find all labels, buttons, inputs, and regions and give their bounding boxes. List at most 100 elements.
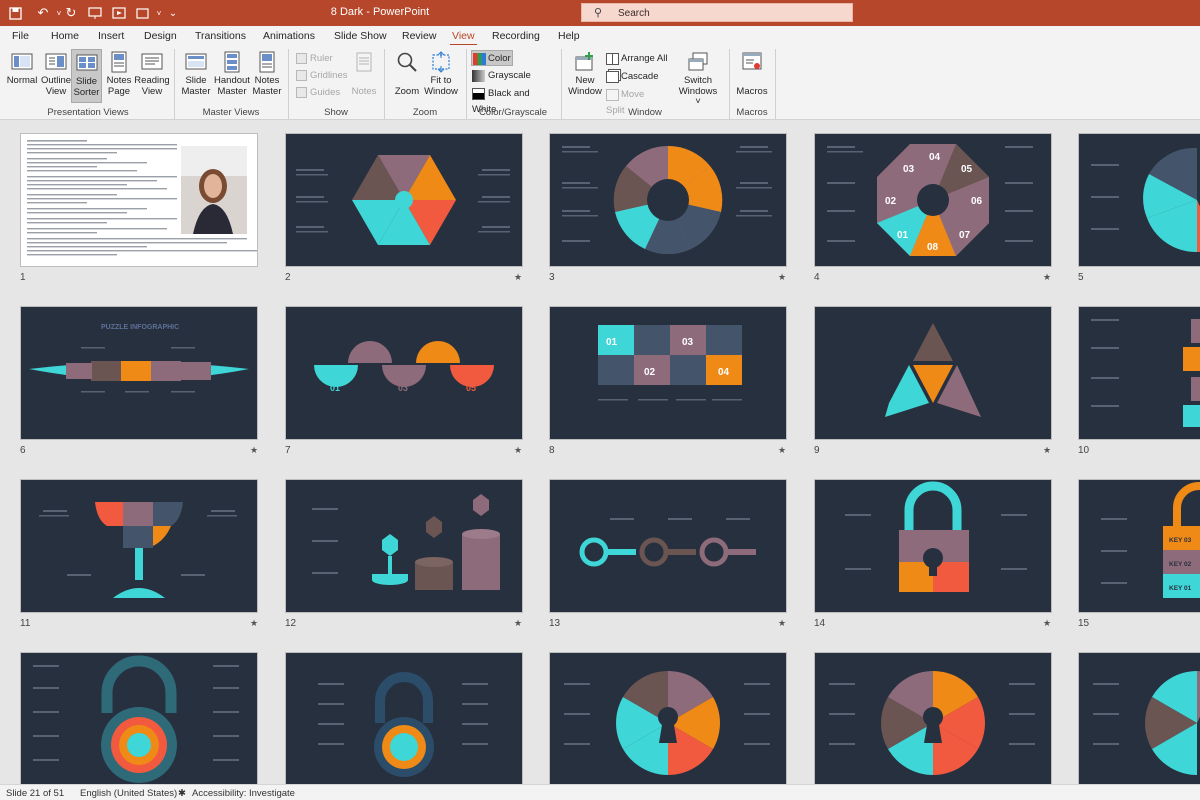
arrange-all-button[interactable]: Arrange All bbox=[606, 51, 668, 67]
notes-toggle-button[interactable]: Notes bbox=[350, 49, 378, 103]
animation-star-icon[interactable]: ★ bbox=[250, 618, 258, 629]
accessibility-status[interactable]: Accessibility: Investigate bbox=[192, 788, 295, 799]
slide-thumbnail-10[interactable] bbox=[1078, 306, 1200, 440]
search-icon: ⚲ bbox=[594, 7, 603, 19]
slide-7-label: 03 bbox=[398, 383, 408, 393]
notes-master-label-2: Master bbox=[252, 85, 282, 97]
handout-master-button[interactable]: Handout Master bbox=[212, 49, 252, 103]
slide-19-art bbox=[829, 671, 1035, 775]
outline-view-button[interactable]: Outline View bbox=[40, 49, 72, 103]
notes-page-button[interactable]: Notes Page bbox=[104, 49, 134, 103]
slide-thumbnail-9[interactable] bbox=[814, 306, 1052, 440]
color-button[interactable]: Color bbox=[471, 50, 513, 66]
move-split-button[interactable]: Move Split bbox=[606, 87, 664, 116]
slide-thumbnail-14[interactable] bbox=[814, 479, 1052, 613]
tab-file[interactable]: File bbox=[12, 30, 29, 42]
animation-star-icon[interactable]: ★ bbox=[778, 272, 786, 283]
slide-thumbnail-18[interactable] bbox=[549, 652, 787, 784]
slide-thumbnail-1[interactable] bbox=[20, 133, 258, 267]
slide-number: 13 bbox=[549, 618, 561, 629]
tab-animations[interactable]: Animations bbox=[263, 30, 315, 42]
animation-star-icon[interactable]: ★ bbox=[1043, 445, 1051, 456]
animation-star-icon[interactable]: ★ bbox=[514, 272, 522, 283]
animation-star-icon[interactable]: ★ bbox=[778, 618, 786, 629]
fit-to-window-button[interactable]: Fit to Window bbox=[422, 49, 460, 103]
animation-star-icon[interactable]: ★ bbox=[1043, 618, 1051, 629]
animation-star-icon[interactable]: ★ bbox=[514, 618, 522, 629]
slide-thumbnail-7[interactable]: 01 02 03 04 05 bbox=[285, 306, 523, 440]
slide-thumbnail-12[interactable] bbox=[285, 479, 523, 613]
slide-thumbnail-6[interactable]: PUZZLE INFOGRAPHIC bbox=[20, 306, 258, 440]
reading-view-button[interactable]: Reading View bbox=[134, 49, 170, 103]
slide-sorter-button[interactable]: Slide Sorter bbox=[71, 49, 102, 103]
group-separator bbox=[729, 49, 730, 119]
group-presentation-views-label: Presentation Views bbox=[47, 107, 129, 118]
group-separator bbox=[775, 49, 776, 119]
outline-view-label-2: View bbox=[45, 85, 67, 97]
handout-master-label-2: Master bbox=[217, 85, 247, 97]
slide-thumbnail-8[interactable]: 01 03 02 04 bbox=[549, 306, 787, 440]
notes-master-button[interactable]: Notes Master bbox=[251, 49, 283, 103]
cascade-button[interactable]: Cascade bbox=[606, 69, 662, 85]
guides-checkbox[interactable]: Guides bbox=[296, 85, 356, 101]
slide-thumbnail-2[interactable] bbox=[285, 133, 523, 267]
macros-button[interactable]: Macros bbox=[734, 49, 770, 103]
slide-sorter-pane[interactable]: 04 03 02 01 08 07 06 05 1 2 ★ 3 ★ 4 ★ 5 … bbox=[0, 121, 1200, 784]
tab-view[interactable]: View bbox=[450, 30, 477, 46]
slide-thumbnail-15[interactable]: KEY 03 KEY 02 KEY 01 bbox=[1078, 479, 1200, 613]
normal-view-button[interactable]: Normal bbox=[4, 49, 40, 103]
slide-15-label: KEY 02 bbox=[1169, 561, 1192, 568]
reading-view-icon bbox=[141, 51, 163, 73]
grayscale-button[interactable]: Grayscale bbox=[472, 68, 542, 84]
animation-star-icon[interactable]: ★ bbox=[514, 445, 522, 456]
zoom-button[interactable]: Zoom bbox=[390, 49, 424, 103]
slide-thumbnail-20[interactable] bbox=[1078, 652, 1200, 784]
slide-9-art bbox=[885, 323, 981, 417]
new-window-button[interactable]: New Window bbox=[566, 49, 604, 103]
arrange-all-icon bbox=[606, 53, 619, 65]
slide-8-label: 01 bbox=[606, 337, 618, 348]
tab-transitions[interactable]: Transitions bbox=[195, 30, 246, 42]
slide-7-label: 02 bbox=[364, 349, 374, 359]
slide-master-label-2: Master bbox=[181, 85, 211, 97]
tab-recording[interactable]: Recording bbox=[492, 30, 540, 42]
gridlines-checkbox[interactable]: Gridlines bbox=[296, 68, 356, 84]
animation-star-icon[interactable]: ★ bbox=[1043, 272, 1051, 283]
switch-windows-button[interactable]: Switch Windows ˅ bbox=[675, 49, 721, 107]
slide-12-art bbox=[312, 494, 500, 590]
slide-counter: Slide 21 of 51 bbox=[6, 788, 65, 799]
slide-thumbnail-16[interactable] bbox=[20, 652, 258, 784]
slide-4-label: 03 bbox=[903, 164, 915, 175]
tab-home[interactable]: Home bbox=[51, 30, 79, 42]
ruler-checkbox[interactable]: Ruler bbox=[296, 51, 356, 67]
slide-number: 6 bbox=[20, 445, 26, 456]
animation-star-icon[interactable]: ★ bbox=[250, 445, 258, 456]
animation-star-icon[interactable]: ★ bbox=[778, 445, 786, 456]
search-box[interactable]: ⚲ Search bbox=[581, 3, 853, 22]
slide-master-button[interactable]: Slide Master bbox=[178, 49, 214, 103]
guides-check-icon bbox=[296, 87, 307, 98]
tab-help[interactable]: Help bbox=[558, 30, 580, 42]
slide-thumbnail-5[interactable] bbox=[1078, 133, 1200, 267]
fit-to-window-icon bbox=[430, 51, 452, 73]
accessibility-icon[interactable]: ✱ bbox=[178, 788, 186, 799]
slide-thumbnail-3[interactable] bbox=[549, 133, 787, 267]
slide-thumbnail-4[interactable]: 04 03 02 01 08 07 06 05 bbox=[814, 133, 1052, 267]
slide-thumbnail-17[interactable] bbox=[285, 652, 523, 784]
slide-thumbnail-19[interactable] bbox=[814, 652, 1052, 784]
slide-number: 2 bbox=[285, 272, 291, 283]
tab-slide-show[interactable]: Slide Show bbox=[334, 30, 387, 42]
bw-swatch-icon bbox=[472, 88, 485, 100]
slide-4-label: 02 bbox=[885, 196, 897, 207]
slide-thumbnail-11[interactable] bbox=[20, 479, 258, 613]
tab-review[interactable]: Review bbox=[402, 30, 436, 42]
black-and-white-button[interactable]: Black and White bbox=[472, 86, 556, 115]
tab-insert[interactable]: Insert bbox=[98, 30, 124, 42]
search-placeholder: Search bbox=[618, 8, 650, 19]
language-indicator[interactable]: English (United States) bbox=[80, 788, 177, 799]
tab-design[interactable]: Design bbox=[144, 30, 177, 42]
slide-thumbnail-13[interactable] bbox=[549, 479, 787, 613]
notes-page-icon bbox=[108, 51, 130, 73]
slide-number: 4 bbox=[814, 272, 820, 283]
slide-sorter-label-1: Slide bbox=[75, 76, 98, 87]
